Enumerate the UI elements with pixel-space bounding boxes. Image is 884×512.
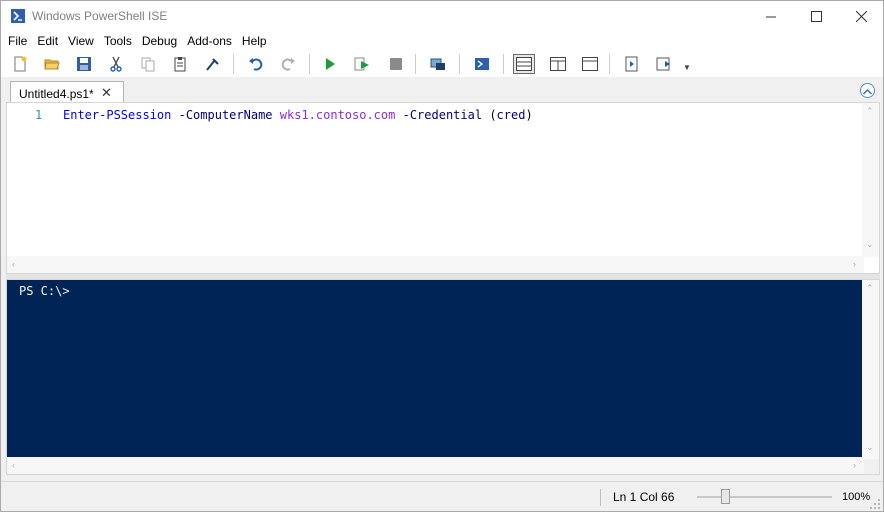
token-parameter: -Credential <box>402 108 483 122</box>
zoom-slider-thumb[interactable] <box>721 489 730 504</box>
cut-icon <box>108 56 124 72</box>
paste-button[interactable] <box>169 54 191 74</box>
run-selection-button[interactable] <box>351 54 373 74</box>
console-horizontal-scrollbar[interactable]: ‹ › <box>7 457 864 474</box>
copy-button[interactable] <box>137 54 159 74</box>
toolbar: ▼ <box>1 51 883 77</box>
undo-icon <box>248 56 264 72</box>
menu-edit[interactable]: Edit <box>32 32 63 51</box>
toolbar-separator <box>233 54 234 74</box>
token-cmdlet: Enter-PSSession <box>63 108 172 122</box>
show-script-max-button[interactable] <box>579 54 601 74</box>
powershell-app-icon <box>10 8 26 24</box>
menu-help[interactable]: Help <box>237 32 272 51</box>
clear-console-icon <box>204 56 220 72</box>
menu-bar: File Edit View Tools Debug Add-ons Help <box>1 32 883 51</box>
show-script-top-button[interactable] <box>513 54 535 74</box>
scroll-down-icon[interactable]: ⌄ <box>866 442 874 453</box>
script-vertical-scrollbar[interactable]: ⌃ ⌄ <box>862 103 879 257</box>
powershell-tab-icon <box>474 56 490 72</box>
redo-icon <box>280 56 296 72</box>
scroll-down-icon[interactable]: ⌄ <box>866 239 874 250</box>
token-parameter: -ComputerName <box>178 108 273 122</box>
scroll-up-icon[interactable]: ⌃ <box>866 283 874 294</box>
token-paren: ( <box>489 108 497 122</box>
open-button[interactable] <box>41 54 63 74</box>
copy-icon <box>140 56 156 72</box>
console-prompt: PS C:\> <box>19 284 70 298</box>
scroll-left-icon[interactable]: ‹ <box>12 460 15 470</box>
title-bar: Windows PowerShell ISE <box>1 1 883 32</box>
undo-button[interactable] <box>245 54 267 74</box>
code-line: Enter-PSSession -ComputerName wks1.conto… <box>63 108 533 122</box>
show-script-max-icon <box>582 57 598 71</box>
minimize-button[interactable] <box>748 1 794 32</box>
collapse-script-pane-button[interactable] <box>860 83 875 98</box>
save-button[interactable] <box>73 54 95 74</box>
line-number: 1 <box>35 108 43 122</box>
toolbar-separator <box>459 54 460 74</box>
run-script-icon <box>322 56 338 72</box>
show-commands-icon <box>624 56 640 72</box>
toolbar-separator <box>503 54 504 74</box>
run-selection-icon <box>354 56 370 72</box>
show-commands-button[interactable] <box>621 54 643 74</box>
chevron-up-icon <box>862 84 873 98</box>
token-command: cred <box>496 108 526 122</box>
scroll-left-icon[interactable]: ‹ <box>12 259 15 269</box>
scroll-up-icon[interactable]: ⌃ <box>866 106 874 117</box>
clear-console-button[interactable] <box>201 54 223 74</box>
close-tab-icon[interactable]: ✕ <box>101 85 112 101</box>
window-title: Windows PowerShell ISE <box>32 9 168 23</box>
cut-button[interactable] <box>105 54 127 74</box>
status-separator <box>600 489 601 506</box>
console-output[interactable]: PS C:\> <box>7 280 864 459</box>
token-paren: ) <box>525 108 533 122</box>
stop-button[interactable] <box>385 54 407 74</box>
zoom-slider[interactable] <box>697 496 832 498</box>
toolbar-separator <box>609 54 610 74</box>
show-addon-button[interactable] <box>653 54 675 74</box>
resize-grip-icon[interactable] <box>870 498 880 509</box>
maximize-button[interactable] <box>793 1 839 32</box>
save-icon <box>76 56 92 72</box>
show-script-right-button[interactable] <box>547 54 569 74</box>
zoom-level: 100% <box>842 491 871 503</box>
show-addon-icon <box>656 56 672 72</box>
paste-icon <box>172 56 188 72</box>
remote-powershell-button[interactable] <box>427 54 449 74</box>
new-script-icon <box>12 56 28 72</box>
menu-tools[interactable]: Tools <box>99 32 137 51</box>
toolbar-separator <box>415 54 416 74</box>
menu-view[interactable]: View <box>63 32 99 51</box>
script-horizontal-scrollbar[interactable]: ‹ › <box>7 256 864 273</box>
remote-powershell-icon <box>430 56 446 72</box>
menu-debug[interactable]: Debug <box>137 32 182 51</box>
tab-label: Untitled4.ps1* <box>19 87 94 101</box>
powershell-tab-button[interactable] <box>471 54 493 74</box>
toolbar-separator <box>309 54 310 74</box>
toolbar-overflow-icon[interactable]: ▼ <box>683 63 693 73</box>
menu-file[interactable]: File <box>3 32 32 51</box>
show-script-right-icon <box>550 57 566 71</box>
token-argument: wks1.contoso.com <box>279 108 396 122</box>
menu-addons[interactable]: Add-ons <box>182 32 237 51</box>
script-editor[interactable]: 1 Enter-PSSession -ComputerName wks1.con… <box>6 102 880 274</box>
run-script-button[interactable] <box>319 54 341 74</box>
status-bar: Ln 1 Col 66 100% <box>1 481 883 511</box>
show-script-top-icon <box>516 57 532 71</box>
console-pane[interactable]: PS C:\> ⌃ ⌄ ‹ › <box>6 279 880 475</box>
cursor-position: Ln 1 Col 66 <box>613 490 675 504</box>
scroll-right-icon[interactable]: › <box>853 460 856 470</box>
close-window-button[interactable] <box>838 1 884 32</box>
console-vertical-scrollbar[interactable]: ⌃ ⌄ <box>862 280 879 459</box>
new-script-button[interactable] <box>9 54 31 74</box>
scroll-right-icon[interactable]: › <box>853 259 856 269</box>
powershell-ise-window: Windows PowerShell ISE File Edit View To… <box>0 0 884 512</box>
stop-icon <box>388 56 404 72</box>
open-icon <box>44 56 60 72</box>
script-tab-strip: Untitled4.ps1* ✕ <box>1 77 883 105</box>
redo-button[interactable] <box>277 54 299 74</box>
